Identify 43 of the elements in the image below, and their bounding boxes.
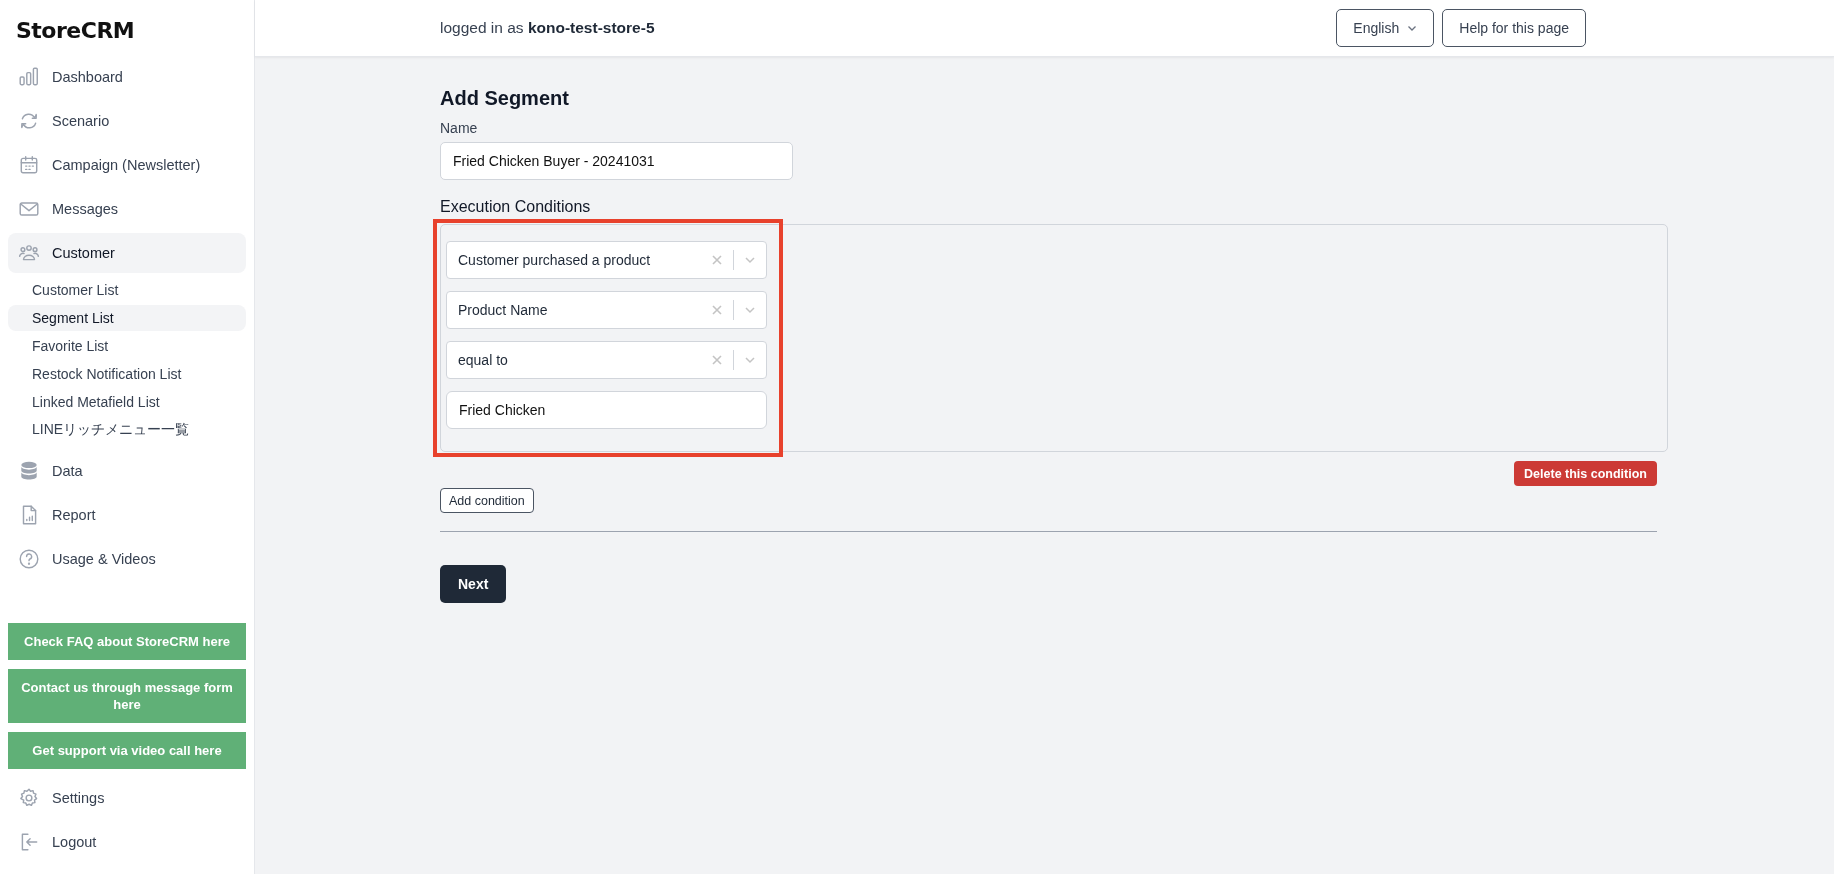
field-label: Name xyxy=(440,120,478,136)
sub-nav-item[interactable]: Restock Notification List xyxy=(8,361,246,387)
calendar-icon xyxy=(18,154,40,176)
nav-item[interactable]: Report xyxy=(8,495,246,535)
clear-icon xyxy=(711,254,723,266)
chevron-down-icon xyxy=(744,354,756,366)
sub-nav-item[interactable]: LINEリッチメニュー一覧 xyxy=(8,417,246,443)
clear-icon xyxy=(711,354,723,366)
nav-item[interactable]: Campaign (Newsletter) xyxy=(8,145,246,185)
nav-item[interactable]: Messages xyxy=(8,189,246,229)
condition-select[interactable]: Product Name xyxy=(446,291,767,329)
nav-item[interactable]: Usage & Videos xyxy=(8,539,246,579)
nav-item[interactable]: Settings xyxy=(8,778,246,818)
question-circle-icon xyxy=(18,548,40,570)
help-button[interactable]: Help for this page xyxy=(1442,9,1586,47)
nav-item[interactable]: Data xyxy=(8,451,246,491)
sub-nav-item[interactable]: Favorite List xyxy=(8,333,246,359)
delete-condition-button[interactable]: Delete this condition xyxy=(1514,461,1657,486)
name-field[interactable]: Fried Chicken Buyer - 20241031 xyxy=(440,142,793,180)
database-icon xyxy=(18,460,40,482)
sub-nav-item[interactable]: Customer List xyxy=(8,277,246,303)
settings-icon xyxy=(18,787,40,809)
language-dropdown[interactable]: English xyxy=(1336,9,1435,47)
logo: StoreCRM xyxy=(16,18,135,43)
add-condition-button[interactable]: Add condition xyxy=(440,488,534,513)
bar-chart-icon xyxy=(18,66,40,88)
sub-nav-item[interactable]: Segment List xyxy=(8,305,246,331)
nav-item[interactable]: Logout xyxy=(8,822,246,862)
next-button[interactable]: Next xyxy=(440,565,507,603)
chevron-down-icon xyxy=(744,254,756,266)
condition-select[interactable]: Customer purchased a product xyxy=(446,241,767,279)
chevron-down-icon xyxy=(744,304,756,316)
page-title: Add Segment xyxy=(440,87,569,110)
caret-icon xyxy=(1407,23,1418,33)
clear-icon xyxy=(711,304,723,316)
condition-value-field[interactable]: Fried Chicken xyxy=(446,391,767,429)
sub-nav-item[interactable]: Linked Metafield List xyxy=(8,389,246,415)
section-label: Execution Conditions xyxy=(440,198,591,216)
logged-in-text: logged in as kono-test-store-5 xyxy=(440,19,656,37)
nav-item[interactable]: Scenario xyxy=(8,101,246,141)
nav-item[interactable]: Customer xyxy=(8,233,246,273)
condition-select[interactable]: equal to xyxy=(446,341,767,379)
nav-item[interactable]: Dashboard xyxy=(8,57,246,97)
